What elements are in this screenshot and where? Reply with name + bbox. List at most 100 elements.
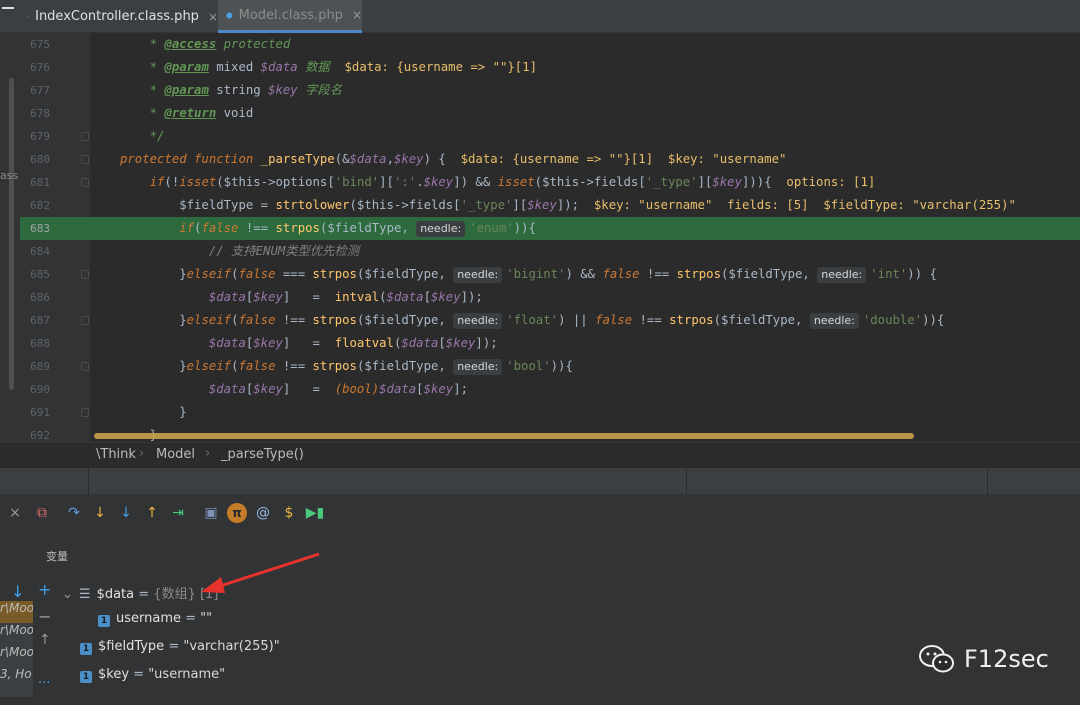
code-token: [: [416, 382, 424, 396]
code-token: 'float': [506, 313, 559, 327]
debug-toolbar: × ⧉ ↷ ↓ ↓ ↑ ⇥ ▣ π @ $ ▶▮: [0, 498, 1080, 528]
code-token: void: [216, 106, 254, 120]
breadcrumb-method[interactable]: _parseType(): [221, 447, 304, 462]
code-line[interactable]: 678 * @return void: [20, 102, 1080, 125]
more-button[interactable]: ...: [38, 672, 50, 687]
run-to-cursor-icon[interactable]: ⇥: [168, 503, 188, 523]
code-line[interactable]: 688 $data[$key] = floatval($data[$key]);: [20, 332, 1080, 355]
code-token: elseif: [186, 359, 232, 373]
code-line[interactable]: 679 */: [20, 125, 1080, 148]
add-watch-button[interactable]: +: [38, 580, 51, 599]
variable-row-key[interactable]: 1 $key = "username": [80, 667, 225, 683]
code-line[interactable]: 684 // 支持ENUM类型优先检测: [20, 240, 1080, 263]
code-token: }: [120, 405, 187, 419]
code-editor[interactable]: ass 675 * @access protected 676 * @param …: [0, 33, 1080, 442]
frame-item[interactable]: r\Moo: [0, 601, 33, 623]
resume-icon[interactable]: ▶▮: [305, 503, 325, 523]
editor-tab-bar: IndexController.class.php × Model.class.…: [0, 0, 1080, 33]
frame-item[interactable]: 3, Ho: [0, 667, 33, 689]
line-number: 686: [30, 291, 50, 304]
dollar-icon[interactable]: $: [279, 503, 299, 523]
code-token: 'bind': [334, 175, 380, 189]
code-token: $key: [253, 382, 283, 396]
code-line[interactable]: 687 }elseif(false !== strpos($fieldType,…: [20, 309, 1080, 332]
code-line[interactable]: 689 }elseif(false !== strpos($fieldType,…: [20, 355, 1080, 378]
code-line[interactable]: 675 * @access protected: [20, 33, 1080, 56]
step-out-icon[interactable]: ↑: [142, 503, 162, 523]
code-token: $key: [527, 198, 557, 212]
code-token: !==: [275, 359, 313, 373]
line-number: 678: [30, 107, 50, 120]
horizontal-scrollbar[interactable]: [94, 433, 914, 439]
code-token: ];: [453, 382, 469, 396]
fold-marker-icon[interactable]: [81, 155, 89, 164]
code-token: $fieldType =: [120, 198, 276, 212]
code-line[interactable]: 690 $data[$key] = (bool)$data[$key];: [20, 378, 1080, 401]
code-token: @access: [164, 37, 217, 51]
tab-indexcontroller[interactable]: IndexController.class.php ×: [20, 0, 218, 33]
code-line[interactable]: 683 if(false !== strpos($fieldType, need…: [20, 217, 1080, 240]
variable-value: "": [200, 611, 213, 626]
close-icon[interactable]: ×: [5, 503, 25, 523]
remove-watch-button[interactable]: −: [38, 607, 51, 626]
code-token: ($this->options[: [216, 175, 335, 189]
frame-item[interactable]: r\Moo: [0, 623, 33, 645]
fold-marker-icon[interactable]: [81, 408, 89, 417]
code-token: ($fieldType,: [720, 267, 818, 281]
variable-row-fieldtype[interactable]: 1 $fieldType = "varchar(255)": [80, 639, 280, 655]
code-token: $data: {username => ""}[1]: [344, 60, 538, 74]
step-over-icon[interactable]: ↷: [64, 503, 84, 523]
code-token: *: [120, 106, 165, 120]
code-token: !==: [275, 313, 313, 327]
code-token: intval: [334, 290, 380, 304]
variable-name: $key: [98, 667, 130, 682]
fold-marker-icon[interactable]: [81, 316, 89, 325]
breadcrumb-separator: ›: [139, 446, 145, 461]
restore-icon[interactable]: ⧉: [32, 503, 52, 523]
close-icon[interactable]: ×: [352, 8, 362, 22]
code-token: false: [201, 221, 239, 235]
menu-icon[interactable]: [0, 0, 20, 33]
line-number: 684: [30, 245, 50, 258]
code-line[interactable]: 677 * @param string $key 字段名: [20, 79, 1080, 102]
code-token: $key: "username" fields: [5] $fieldType:…: [593, 198, 1016, 212]
chevron-down-icon[interactable]: ⌄: [62, 587, 73, 602]
breadcrumb-namespace[interactable]: \Think: [96, 447, 136, 462]
evaluate-icon[interactable]: π: [227, 503, 247, 523]
code-token: 数据: [297, 60, 345, 74]
vertical-scrollbar[interactable]: [9, 78, 14, 390]
code-token: protected function: [120, 152, 261, 166]
code-token: (: [379, 290, 387, 304]
arrow-up-icon[interactable]: ↑: [39, 632, 51, 648]
code-text: // 支持ENUM类型优先检测: [120, 240, 359, 263]
code-token: false: [595, 313, 633, 327]
fold-marker-icon[interactable]: [81, 362, 89, 371]
code-token: ][: [697, 175, 713, 189]
arrow-down-icon[interactable]: ↓: [11, 582, 24, 601]
variable-row-username[interactable]: 1 username = "": [98, 611, 212, 627]
console-icon[interactable]: ▣: [201, 503, 221, 523]
code-line[interactable]: 676 * @param mixed $data 数据 $data: {user…: [20, 56, 1080, 79]
close-icon[interactable]: ×: [208, 10, 218, 24]
code-line[interactable]: 681 if(!isset($this->options['bind'][':'…: [20, 171, 1080, 194]
code-token: !==: [632, 313, 670, 327]
tab-model[interactable]: Model.class.php ×: [218, 0, 362, 33]
code-token: ($fieldType,: [356, 359, 454, 373]
parameter-hint: needle:: [416, 221, 466, 237]
fold-marker-icon[interactable]: [81, 132, 89, 141]
code-line[interactable]: 691 }: [20, 401, 1080, 424]
watch-icon[interactable]: @: [253, 503, 273, 523]
fold-marker-icon[interactable]: [81, 270, 89, 279]
breadcrumb-class[interactable]: Model: [156, 447, 195, 462]
code-line[interactable]: 686 $data[$key] = intval($data[$key]);: [20, 286, 1080, 309]
fold-marker-icon[interactable]: [81, 178, 89, 187]
line-number: 690: [30, 383, 50, 396]
code-line[interactable]: 680 protected function _parseType(&$data,…: [20, 148, 1080, 171]
force-step-into-icon[interactable]: ↓: [116, 503, 136, 523]
code-line[interactable]: 685 }elseif(false === strpos($fieldType,…: [20, 263, 1080, 286]
code-line[interactable]: 682 $fieldType = strtolower($this->field…: [20, 194, 1080, 217]
line-number: 688: [30, 337, 50, 350]
step-into-icon[interactable]: ↓: [90, 503, 110, 523]
frame-item[interactable]: r\Moo: [0, 645, 33, 667]
code-token: $data: [349, 152, 387, 166]
